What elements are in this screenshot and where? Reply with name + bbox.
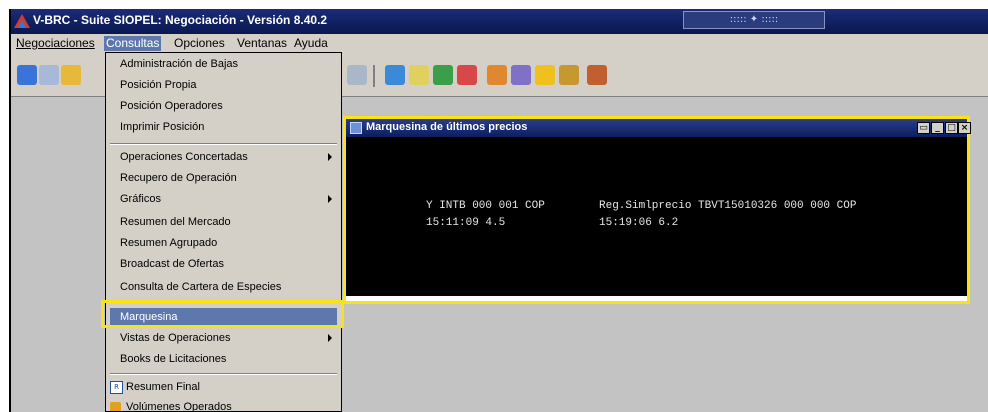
transfer-icon[interactable] [385, 65, 405, 85]
submenu-arrow-icon [328, 334, 332, 342]
toolbar-separator [373, 65, 375, 87]
title-bar[interactable]: V-BRC - Suite SIOPEL: Negociación - Vers… [11, 9, 988, 34]
back-icon[interactable] [457, 65, 477, 85]
graduate-icon[interactable] [511, 65, 531, 85]
menu-opciones[interactable]: Opciones [172, 36, 227, 51]
note-icon[interactable] [409, 65, 429, 85]
menu-consultas[interactable]: Consultas [104, 36, 162, 51]
document-icon[interactable] [39, 65, 59, 85]
key-icon[interactable] [61, 65, 81, 85]
menu-item-graficos[interactable]: Gráficos [120, 190, 161, 208]
menu-ventanas[interactable]: Ventanas [235, 36, 289, 51]
calculator-icon[interactable] [347, 65, 367, 85]
quote-line: Y INTB 000 001 COP [426, 200, 545, 212]
close-button[interactable]: × [958, 122, 971, 134]
submenu-arrow-icon [328, 195, 332, 203]
menu-item-resumen-final[interactable]: Resumen Final [126, 378, 200, 396]
chart-icon[interactable] [487, 65, 507, 85]
marquesina-window-title: Marquesina de últimos precios [366, 121, 528, 133]
quote-line: Reg.Simlprecio TBVT15010326 000 000 COP [599, 200, 857, 212]
window-title: V-BRC - Suite SIOPEL: Negociación - Vers… [33, 13, 328, 27]
menu-item-administracion-bajas[interactable]: Administración de Bajas [120, 55, 238, 73]
marquesina-window: Marquesina de últimos precios ▭ _ □ × Y … [343, 116, 971, 304]
report-icon: R [110, 381, 123, 394]
menu-item-books-licitaciones[interactable]: Books de Licitaciones [120, 350, 226, 368]
menu-separator [110, 373, 337, 375]
toolbar-grip-handle[interactable]: ::::: ✦ ::::: [683, 11, 825, 29]
menu-item-operaciones-concertadas[interactable]: Operaciones Concertadas [120, 148, 248, 166]
volume-icon [110, 402, 121, 411]
menu-item-vistas-operaciones[interactable]: Vistas de Operaciones [120, 329, 230, 347]
menu-item-volumenes-operados[interactable]: Volúmenes Operados [126, 398, 232, 411]
menu-separator [110, 143, 337, 145]
marquesina-ticker: Y INTB 000 001 COP 15:11:09 4.5 Reg.Siml… [346, 137, 967, 296]
restore-button[interactable]: ▭ [917, 122, 930, 134]
menu-ayuda[interactable]: Ayuda [292, 36, 330, 51]
users-icon[interactable] [559, 65, 579, 85]
menu-item-imprimir-posicion[interactable]: Imprimir Posición [120, 118, 204, 136]
menu-item-posicion-operadores[interactable]: Posición Operadores [120, 97, 223, 115]
sync-icon[interactable] [433, 65, 453, 85]
quote-line: 15:11:09 4.5 [426, 217, 506, 229]
refresh-icon[interactable] [17, 65, 37, 85]
marquesina-title-bar[interactable]: Marquesina de últimos precios ▭ _ □ × [346, 119, 971, 137]
menu-item-posicion-propia[interactable]: Posición Propia [120, 76, 196, 94]
menu-item-broadcast-ofertas[interactable]: Broadcast de Ofertas [120, 255, 224, 273]
menu-item-resumen-mercado[interactable]: Resumen del Mercado [120, 213, 231, 231]
menu-item-consulta-cartera[interactable]: Consulta de Cartera de Especies [120, 278, 281, 296]
star-icon[interactable] [535, 65, 555, 85]
maximize-button[interactable]: □ [945, 122, 958, 134]
marquesina-scroll-area [346, 296, 967, 301]
window-app-icon [350, 122, 362, 134]
exit-door-icon[interactable] [587, 65, 607, 85]
menu-item-resumen-agrupado[interactable]: Resumen Agrupado [120, 234, 217, 252]
menu-negociaciones[interactable]: Negociaciones [14, 36, 97, 51]
menu-item-recupero-operacion[interactable]: Recupero de Operación [120, 169, 237, 187]
marquesina-highlight-box [101, 300, 344, 328]
menu-bar: Negociaciones Consultas Opciones Ventana… [11, 34, 988, 53]
consultas-dropdown-menu: Administración de Bajas Posición Propia … [105, 52, 342, 412]
quote-line: 15:19:06 6.2 [599, 217, 679, 229]
minimize-button[interactable]: _ [931, 122, 944, 134]
app-logo-icon [14, 14, 30, 28]
submenu-arrow-icon [328, 153, 332, 161]
